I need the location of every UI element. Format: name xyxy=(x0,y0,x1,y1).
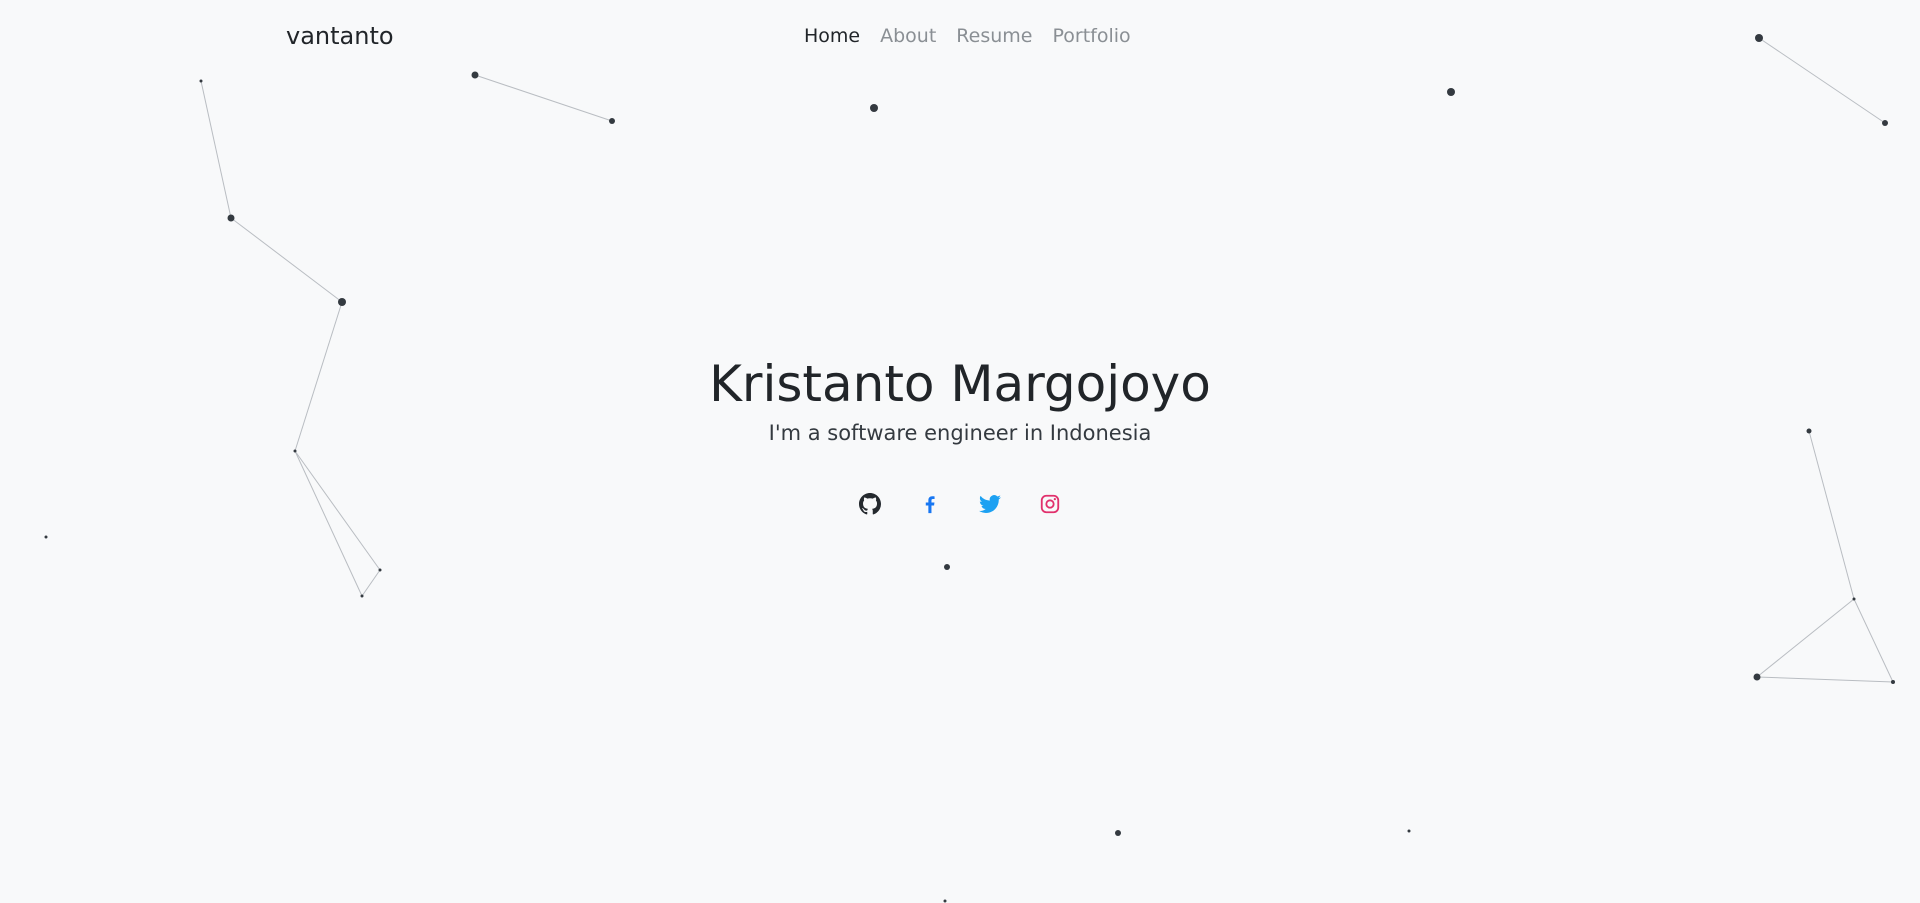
particle xyxy=(1115,830,1121,836)
particle xyxy=(199,79,203,83)
particle xyxy=(378,568,382,572)
particle xyxy=(1852,597,1856,601)
particle-link xyxy=(361,569,381,597)
github-link[interactable] xyxy=(858,489,882,519)
social-links xyxy=(0,489,1920,519)
particle-link xyxy=(1756,598,1855,678)
github-icon xyxy=(859,493,881,515)
nav-item-about[interactable]: About xyxy=(870,22,946,50)
particle xyxy=(44,535,48,539)
particle-link xyxy=(200,80,232,219)
nav-links: Home About Resume Portfolio xyxy=(794,22,1141,50)
particle xyxy=(1882,120,1888,126)
particle-link xyxy=(230,217,343,303)
hero-name: Kristanto Margojoyo xyxy=(709,355,1211,413)
facebook-icon xyxy=(919,493,941,515)
particle xyxy=(943,899,947,903)
particle xyxy=(227,214,235,222)
particle xyxy=(870,104,878,112)
particle xyxy=(1407,829,1411,833)
particles-background xyxy=(44,34,1895,903)
page: vantanto Home About Resume Portfolio Kri… xyxy=(0,0,1920,903)
particle xyxy=(944,564,950,570)
particle xyxy=(338,298,346,306)
particle-link xyxy=(1853,598,1894,683)
particle xyxy=(609,118,615,124)
particle xyxy=(1447,88,1455,96)
twitter-link[interactable] xyxy=(978,489,1002,519)
hero-tagline: I'm a software engineer in Indonesia xyxy=(768,421,1152,445)
instagram-link[interactable] xyxy=(1038,489,1062,519)
particle xyxy=(471,71,479,79)
particle xyxy=(360,594,364,598)
particle xyxy=(1891,680,1895,684)
facebook-link[interactable] xyxy=(918,489,942,519)
particle-link xyxy=(474,74,613,122)
particle-link xyxy=(1756,676,1894,683)
particle-link xyxy=(294,450,363,597)
particles xyxy=(44,34,1895,903)
nav-item-home[interactable]: Home xyxy=(794,22,870,50)
nav-item-resume[interactable]: Resume xyxy=(946,22,1042,50)
particle xyxy=(293,449,297,453)
twitter-icon xyxy=(979,493,1001,515)
navbar: vantanto Home About Resume Portfolio xyxy=(0,0,1920,72)
hero-section: Kristanto Margojoyo I'm a software engin… xyxy=(0,350,1920,448)
nav-item-portfolio[interactable]: Portfolio xyxy=(1042,22,1140,50)
particle xyxy=(1753,673,1761,681)
instagram-icon xyxy=(1039,493,1061,515)
brand-logo-link[interactable]: vantanto xyxy=(286,20,394,52)
